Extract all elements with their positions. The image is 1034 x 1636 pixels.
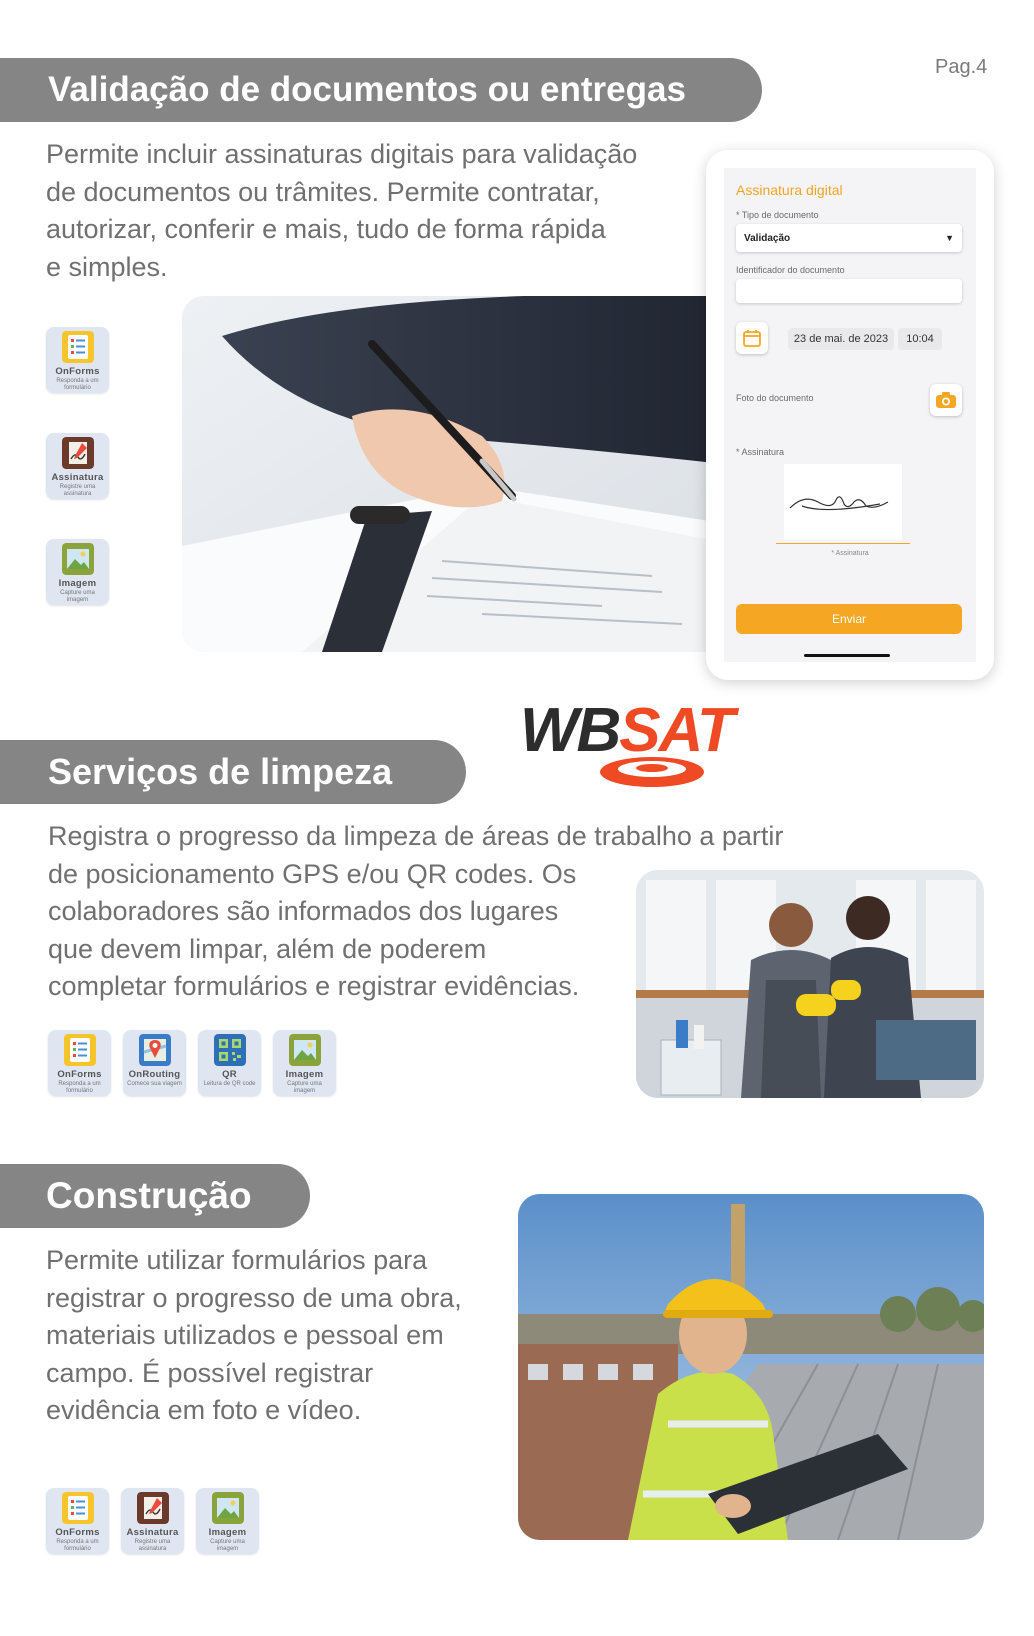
app-subtitle: Capture uma imagem	[287, 1081, 322, 1094]
photo-construction-worker	[518, 1194, 984, 1540]
image-icon	[288, 1034, 321, 1066]
doc-id-label: Identificador do documento	[736, 265, 845, 275]
doc-type-label: * Tipo de documento	[736, 210, 819, 220]
phone-screen: Assinatura digital * Tipo de documento V…	[724, 168, 976, 662]
text-line: Permite incluir assinaturas digitais par…	[46, 139, 638, 169]
app-subtitle: Comece sua viagem	[127, 1081, 182, 1087]
text-line: e simples.	[46, 251, 168, 282]
signing-illustration	[182, 296, 742, 652]
qr-code-icon	[213, 1034, 246, 1066]
image-icon	[61, 543, 94, 575]
app-onforms[interactable]: OnForms Responda a um formulário	[46, 327, 109, 393]
app-imagem[interactable]: Imagem Capture uma imagem	[196, 1488, 259, 1554]
construction-illustration	[518, 1194, 984, 1540]
form-title: Assinatura digital	[736, 182, 843, 198]
signature-icon	[61, 437, 94, 469]
phone-mockup: Assinatura digital * Tipo de documento V…	[706, 150, 994, 680]
app-name: OnForms	[57, 1069, 102, 1080]
page-number: Pag.4	[935, 56, 988, 78]
app-subtitle: Leitura de QR code	[203, 1081, 256, 1087]
app-assinatura[interactable]: Assinatura Registre uma assinatura	[121, 1488, 184, 1554]
app-name: Imagem	[58, 578, 97, 589]
app-imagem[interactable]: Imagem Capture uma imagem	[46, 539, 109, 605]
section-text-construcao: Permite utilizar formulários para regist…	[46, 1242, 462, 1430]
signature-label: * Assinatura	[736, 447, 785, 457]
photo-signing-document	[182, 296, 742, 652]
app-subtitle: Capture uma imagem	[210, 1539, 245, 1552]
forms-icon	[63, 1034, 96, 1066]
app-imagem[interactable]: Imagem Capture uma imagem	[273, 1030, 336, 1096]
logo-orbit-icon	[600, 757, 704, 787]
app-list-validacao: OnForms Responda a um formulário Assinat…	[46, 327, 109, 605]
text-line: evidência em foto e vídeo.	[46, 1395, 362, 1425]
app-subtitle: Registre uma assinatura	[134, 1539, 171, 1552]
section-title-limpeza: Serviços de limpeza	[0, 740, 466, 804]
calendar-icon	[743, 330, 761, 347]
app-qr[interactable]: QR Leitura de QR code	[198, 1030, 261, 1096]
signature-icon	[136, 1492, 169, 1524]
section-text-validacao: Permite incluir assinaturas digitais par…	[46, 136, 637, 286]
app-onforms[interactable]: OnForms Responda a um formulário	[46, 1488, 109, 1554]
camera-button[interactable]	[930, 384, 962, 416]
map-pin-icon	[138, 1034, 171, 1066]
app-subtitle: Capture uma imagem	[60, 590, 95, 603]
app-name: Imagem	[208, 1527, 247, 1538]
app-onforms[interactable]: OnForms Responda a um formulário	[48, 1030, 111, 1096]
section-title-validacao: Validação de documentos ou entregas	[0, 58, 762, 122]
dropdown-arrow-icon: ▼	[945, 233, 954, 243]
app-name: QR	[222, 1069, 237, 1080]
camera-icon	[936, 392, 956, 408]
signature-underline	[776, 543, 910, 544]
app-list-limpeza: OnForms Responda a um formulário OnRouti…	[48, 1030, 336, 1096]
signature-pad[interactable]	[784, 464, 902, 540]
app-assinatura[interactable]: Assinatura Registre uma assinatura	[46, 433, 109, 499]
section-title-construcao: Construção	[0, 1164, 310, 1228]
app-name: OnRouting	[128, 1069, 181, 1080]
signature-drawing	[789, 496, 889, 511]
app-list-construcao: OnForms Responda a um formulário Assinat…	[46, 1488, 259, 1554]
photo-cleaning-workers	[636, 870, 984, 1098]
app-subtitle: Responda a um formulário	[56, 378, 99, 391]
forms-icon	[61, 331, 94, 363]
app-subtitle: Registre uma assinatura	[59, 484, 96, 497]
text-line: Permite utilizar formulários para	[46, 1245, 428, 1275]
app-name: OnForms	[55, 366, 100, 377]
time-field[interactable]: 10:04	[898, 328, 942, 350]
text-line: autorizar, conferir e mais, tudo de form…	[46, 214, 606, 244]
app-name: Assinatura	[51, 472, 104, 483]
doc-type-value: Validação	[744, 232, 791, 244]
home-indicator	[804, 654, 890, 657]
date-field[interactable]: 23 de mai. de 2023	[788, 328, 894, 350]
wbsat-logo: WBSAT	[520, 700, 780, 790]
doc-type-select[interactable]: Validação ▼	[736, 224, 962, 252]
cleaning-illustration	[636, 870, 984, 1098]
image-icon	[211, 1492, 244, 1524]
text-line: registrar o progresso de uma obra,	[46, 1282, 462, 1313]
app-subtitle: Responda a um formulário	[58, 1081, 101, 1094]
signature-caption: * Assinatura	[831, 550, 869, 557]
text-line: materiais utilizados e pessoal em	[46, 1320, 444, 1350]
text-line: campo. É possível registrar	[46, 1357, 374, 1388]
text-line: de documentos ou trâmites. Permite contr…	[46, 176, 600, 207]
app-subtitle: Responda a um formulário	[56, 1539, 99, 1552]
app-name: Assinatura	[126, 1527, 179, 1538]
doc-id-input[interactable]	[736, 279, 962, 303]
calendar-button[interactable]	[736, 322, 768, 354]
app-name: Imagem	[285, 1069, 324, 1080]
app-name: OnForms	[55, 1527, 100, 1538]
forms-icon	[61, 1492, 94, 1524]
send-button[interactable]: Enviar	[736, 604, 962, 634]
text-line: Registra o progresso da limpeza de áreas…	[48, 821, 784, 851]
app-onrouting[interactable]: OnRouting Comece sua viagem	[123, 1030, 186, 1096]
photo-label: Foto do documento	[736, 393, 814, 403]
